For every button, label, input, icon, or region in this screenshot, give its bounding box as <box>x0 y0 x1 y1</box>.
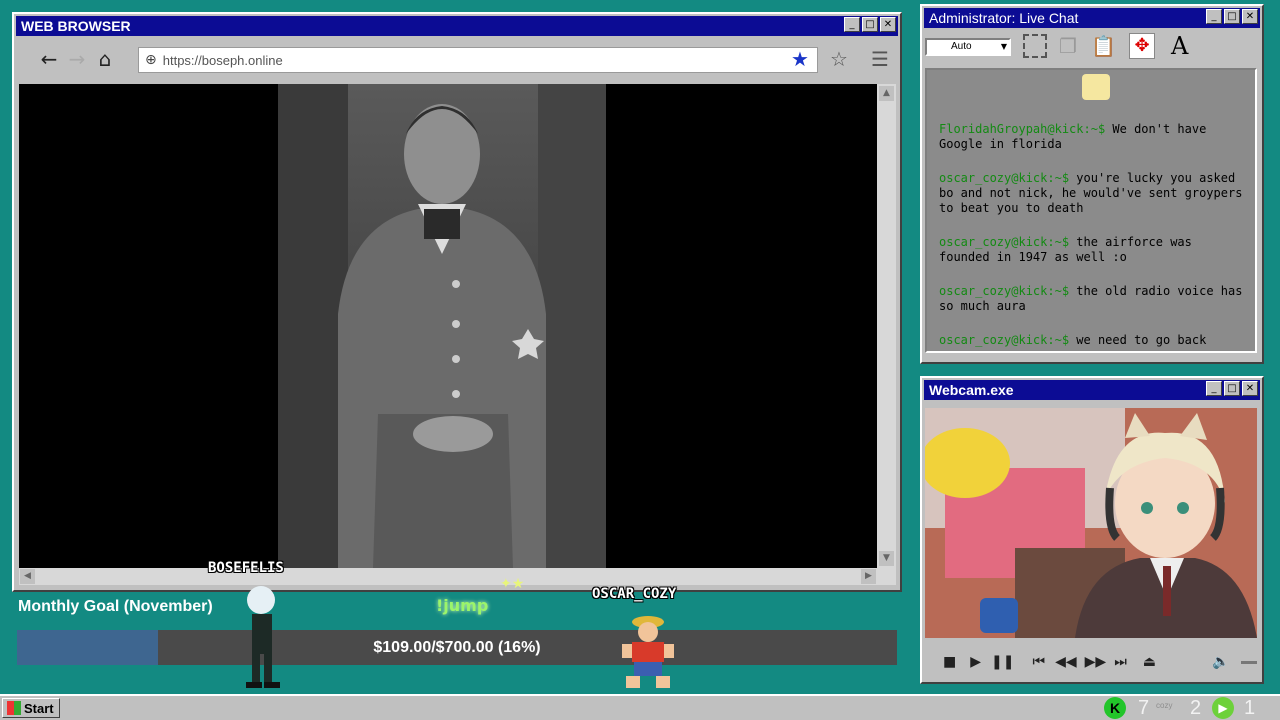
maximize-button[interactable]: □ <box>862 17 878 32</box>
fast-forward-icon[interactable]: ▶▶ <box>1085 654 1107 670</box>
scroll-right-arrow[interactable]: ▶ <box>861 569 876 584</box>
cozy-logo-label: cozy <box>1156 701 1173 710</box>
select-icon[interactable] <box>1023 34 1047 58</box>
chat-username: oscar_cozy@kick:~$ <box>939 333 1070 347</box>
bookmark-star-outline-icon[interactable]: ☆ <box>830 47 848 71</box>
copy-icon[interactable]: ❐ <box>1059 34 1077 58</box>
chat-username: oscar_cozy@kick:~$ <box>939 235 1070 249</box>
forward-icon[interactable]: → <box>63 47 91 71</box>
start-label: Start <box>24 700 54 716</box>
windows-logo-icon <box>7 701 21 715</box>
bookmark-star-filled-icon[interactable]: ★ <box>791 47 809 71</box>
taskbar: Start K 7 cozy 2 ▶ 1 <box>0 694 1280 720</box>
close-button[interactable]: ✕ <box>1242 9 1258 24</box>
skip-forward-icon[interactable]: ⏭ <box>1114 654 1127 670</box>
font-size-value: Auto <box>951 41 972 52</box>
paste-icon[interactable]: 📋 <box>1091 34 1116 58</box>
vertical-scrollbar[interactable]: ▲ ▼ <box>877 84 896 568</box>
url-text[interactable]: https://boseph.online <box>163 53 283 68</box>
chat-text: we need to go back <box>1069 333 1207 347</box>
stop-icon[interactable]: ■ <box>943 654 956 670</box>
volume-slider[interactable] <box>1241 660 1257 664</box>
chat-username: FloridahGroypah@kick:~$ <box>939 122 1106 136</box>
media-controls: ■ ▶ ❚❚ ⏮ ◀◀ ▶▶ ⏭ ⏏ 🔈 <box>925 647 1257 677</box>
back-icon[interactable]: ← <box>35 47 63 71</box>
chat-username: oscar_cozy@kick:~$ <box>939 171 1070 185</box>
chat-message: oscar_cozy@kick:~$ the airforce was foun… <box>939 235 1245 265</box>
maximize-button[interactable]: □ <box>1224 9 1240 24</box>
volume-icon[interactable]: 🔈 <box>1212 654 1229 670</box>
pixel-character-sprite <box>246 586 280 688</box>
kick-logo-icon: K <box>1104 697 1126 719</box>
scroll-down-arrow[interactable]: ▼ <box>879 551 894 566</box>
scroll-left-arrow[interactable]: ◀ <box>20 569 35 584</box>
goal-progress-bar: $109.00/$700.00 (16%) <box>17 630 897 665</box>
chat-message: oscar_cozy@kick:~$ the old radio voice h… <box>939 284 1245 314</box>
chat-toolbar: Auto ▼ ❐ 📋 ✥ A <box>925 30 1259 64</box>
font-size-select[interactable]: Auto ▼ <box>925 38 1011 56</box>
pixel-character-sprite <box>622 616 674 688</box>
chat-message: oscar_cozy@kick:~$ you're lucky you aske… <box>939 171 1245 216</box>
close-button[interactable]: ✕ <box>1242 381 1258 396</box>
font-icon[interactable]: A <box>1171 32 1188 60</box>
goal-title: Monthly Goal (November) <box>18 598 213 615</box>
goal-amount-text: $109.00/$700.00 (16%) <box>373 639 541 656</box>
pause-icon[interactable]: ❚❚ <box>991 654 1014 670</box>
rewind-icon[interactable]: ◀◀ <box>1055 654 1077 670</box>
webcam-title: Webcam.exe <box>929 382 1014 398</box>
chevron-down-icon[interactable]: ▼ <box>1001 40 1007 54</box>
home-icon[interactable]: ⌂ <box>91 47 119 71</box>
menu-icon[interactable]: ☰ <box>871 47 889 71</box>
maximize-button[interactable]: □ <box>1224 381 1240 396</box>
minimize-button[interactable]: _ <box>1206 381 1222 396</box>
chat-message: FloridahGroypah@kick:~$ We don't have Go… <box>939 122 1245 152</box>
viewer-name-tag: OSCAR_COZY <box>592 586 677 602</box>
photo-image <box>278 84 606 568</box>
chat-message: oscar_cozy@kick:~$ we need to go back <box>939 333 1245 348</box>
other-viewer-count: 1 <box>1244 697 1256 719</box>
start-button[interactable]: Start <box>2 698 60 718</box>
kick-viewer-count: 7 <box>1138 697 1150 719</box>
play-icon[interactable]: ▶ <box>970 654 981 670</box>
scroll-up-arrow[interactable]: ▲ <box>879 86 894 101</box>
jump-text: !jump <box>436 596 489 615</box>
browser-nav: ← → ⌂ <box>35 44 119 74</box>
viewer-name-tag: BOSEFELIS <box>208 560 284 576</box>
minimize-button[interactable]: _ <box>844 17 860 32</box>
webcam-video <box>925 408 1257 638</box>
browser-titlebar[interactable]: WEB BROWSER <box>16 16 898 36</box>
cozy-viewer-count: 2 <box>1190 697 1202 719</box>
globe-icon: ⊕ <box>145 52 157 68</box>
skip-back-icon[interactable]: ⏮ <box>1032 654 1045 670</box>
close-button[interactable]: ✕ <box>880 17 896 32</box>
sparkle-icon: ✦★ <box>500 576 525 592</box>
anime-avatar-image <box>925 408 1257 638</box>
move-icon[interactable]: ✥ <box>1129 33 1155 59</box>
browser-title: WEB BROWSER <box>21 18 131 34</box>
minimize-button[interactable]: _ <box>1206 9 1222 24</box>
chat-title: Administrator: Live Chat <box>929 10 1079 26</box>
horizontal-scrollbar[interactable]: ◀ ▶ <box>19 568 896 585</box>
browser-viewport <box>19 84 877 568</box>
address-bar[interactable]: ⊕ https://boseph.online <box>138 47 818 73</box>
play-logo-icon: ▶ <box>1212 697 1234 719</box>
chat-avatar-icon <box>1082 74 1110 100</box>
eject-icon[interactable]: ⏏ <box>1143 654 1156 670</box>
chat-username: oscar_cozy@kick:~$ <box>939 284 1070 298</box>
chat-messages-pane[interactable]: FloridahGroypah@kick:~$ We don't have Go… <box>925 68 1257 353</box>
